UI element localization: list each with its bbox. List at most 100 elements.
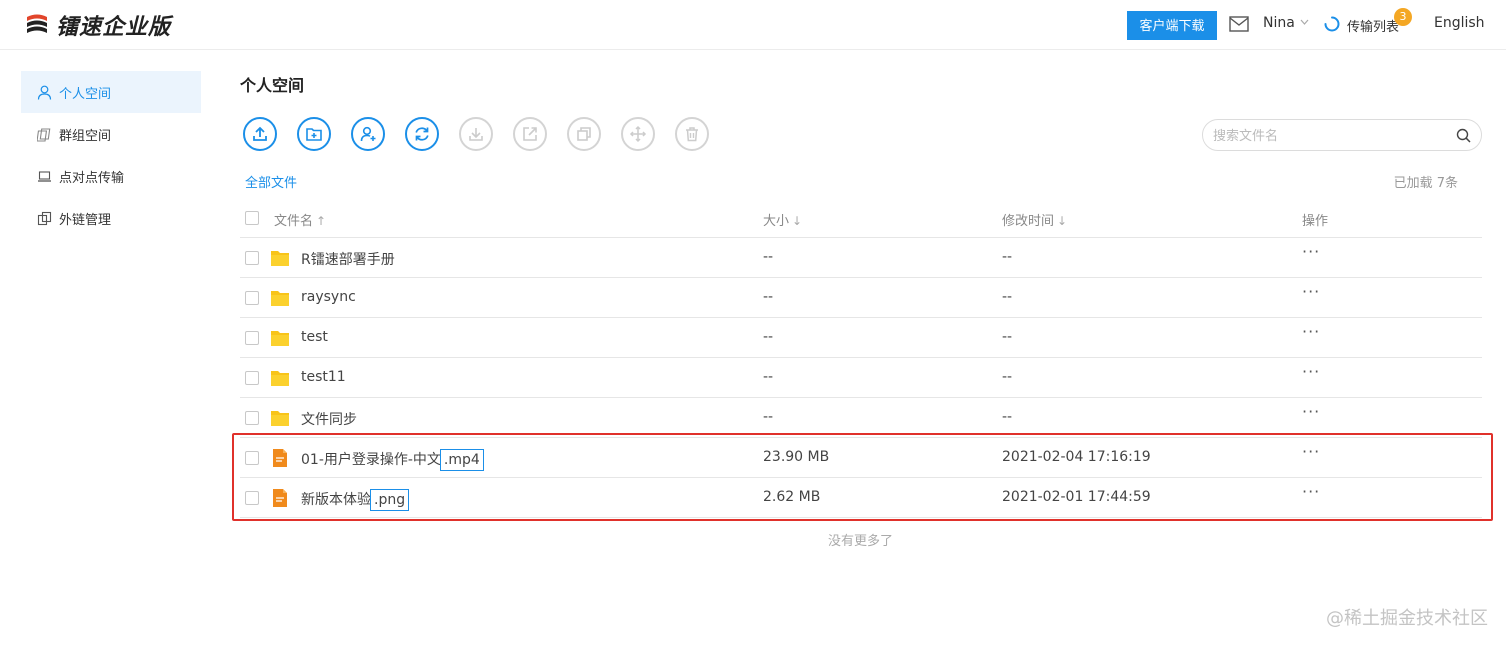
file-name-text: test11 (301, 369, 346, 385)
row-checkbox[interactable] (245, 291, 259, 305)
delete-button[interactable] (675, 117, 709, 151)
add-user-button[interactable] (351, 117, 385, 151)
file-name-text: 文件同步 (301, 412, 357, 428)
page-title: 个人空间 (240, 76, 305, 95)
file-name[interactable]: raysync (301, 289, 356, 305)
transfer-list-link[interactable]: 传输列表 (1347, 16, 1399, 35)
row-checkbox[interactable] (245, 491, 259, 505)
refresh-icon (415, 127, 429, 141)
share-icon (523, 127, 537, 141)
client-download-button[interactable]: 客户端下载 (1127, 11, 1217, 40)
table-row[interactable]: 新版本体验 .png 2.62 MB 2021-02-01 17:44:59 ··· (240, 478, 1482, 518)
upload-icon (253, 126, 267, 141)
sidebar-item-p2p-transfer[interactable]: 点对点传输 (21, 155, 201, 197)
table-body: R镭速部署手册 -- -- ··· raysync -- -- ··· test -- -- ··· t… (240, 238, 1482, 518)
table-header: 文件名 ↑ 大小 ↓ 修改时间 ↓ 操作 (240, 198, 1482, 238)
new-folder-icon (306, 128, 322, 141)
more-actions-icon[interactable]: ··· (1302, 322, 1320, 341)
laptop-icon (38, 170, 51, 182)
mail-icon[interactable] (1229, 16, 1249, 32)
file-modified-time: -- (1002, 249, 1013, 265)
column-header-modified[interactable]: 修改时间 ↓ (1002, 210, 1067, 229)
upload-button[interactable] (243, 117, 277, 151)
download-icon (469, 128, 483, 141)
sort-down-icon: ↓ (1057, 214, 1068, 228)
transfer-spinner-icon[interactable] (1324, 16, 1340, 32)
more-actions-icon[interactable]: ··· (1302, 402, 1320, 421)
table-row[interactable]: test11 -- -- ··· (240, 358, 1482, 398)
sidebar-item-link-management[interactable]: 外链管理 (21, 197, 201, 239)
share-button[interactable] (513, 117, 547, 151)
file-size: -- (763, 329, 774, 345)
column-header-size[interactable]: 大小 ↓ (763, 210, 802, 229)
file-size: -- (763, 289, 774, 305)
row-checkbox[interactable] (245, 411, 259, 425)
folder-icon (270, 329, 290, 347)
row-checkbox[interactable] (245, 371, 259, 385)
add-user-icon (360, 126, 376, 142)
file-name[interactable]: test (301, 329, 328, 345)
file-size: -- (763, 249, 774, 265)
move-button[interactable] (621, 117, 655, 151)
sidebar-item-label: 外链管理 (59, 212, 112, 228)
no-more-text: 没有更多了 (828, 534, 894, 549)
sidebar-item-personal-space[interactable]: 个人空间 (21, 71, 201, 113)
table-row[interactable]: test -- -- ··· (240, 318, 1482, 358)
language-switch[interactable]: English (1434, 15, 1485, 31)
move-icon (629, 125, 647, 143)
link-copy-icon (37, 211, 52, 225)
more-actions-icon[interactable]: ··· (1302, 242, 1320, 261)
more-actions-icon[interactable]: ··· (1302, 482, 1320, 501)
table-row[interactable]: raysync -- -- ··· (240, 278, 1482, 318)
search-box (1202, 119, 1482, 151)
sort-down-icon: ↓ (792, 214, 803, 228)
new-folder-button[interactable] (297, 117, 331, 151)
file-name[interactable]: R镭速部署手册 (301, 249, 395, 269)
folder-icon (270, 289, 290, 307)
more-actions-icon[interactable]: ··· (1302, 362, 1320, 381)
sidebar-item-group-space[interactable]: 群组空间 (21, 113, 201, 155)
folder-icon (270, 249, 290, 267)
file-name[interactable]: 文件同步 (301, 409, 357, 429)
search-icon[interactable] (1456, 128, 1471, 143)
sidebar-item-label: 群组空间 (59, 128, 112, 144)
download-button[interactable] (459, 117, 493, 151)
user-menu[interactable]: Nina (1263, 15, 1295, 31)
file-name[interactable]: test11 (301, 369, 346, 385)
file-icon (270, 449, 290, 467)
user-icon (37, 85, 52, 100)
file-icon (270, 489, 290, 507)
breadcrumb-all-files[interactable]: 全部文件 (245, 172, 297, 191)
folder-icon (270, 369, 290, 387)
more-actions-icon[interactable]: ··· (1302, 282, 1320, 301)
folder-icon (270, 409, 290, 427)
file-extension: .png (370, 489, 410, 511)
file-name[interactable]: 01-用户登录操作-中文 .mp4 (301, 449, 484, 471)
row-checkbox[interactable] (245, 331, 259, 345)
group-icon (37, 127, 51, 142)
watermark: @稀土掘金技术社区 (1326, 608, 1488, 629)
row-checkbox[interactable] (245, 251, 259, 265)
file-modified-time: 2021-02-04 17:16:19 (1002, 449, 1151, 465)
brand-name: 镭速企业版 (56, 15, 172, 40)
column-header-name[interactable]: 文件名 ↑ (274, 210, 326, 229)
file-name-text: test (301, 329, 328, 345)
chevron-down-icon[interactable] (1300, 19, 1309, 25)
more-actions-icon[interactable]: ··· (1302, 442, 1320, 461)
table-row[interactable]: R镭速部署手册 -- -- ··· (240, 238, 1482, 278)
file-name[interactable]: 新版本体验 .png (301, 489, 410, 511)
file-name-text: 01-用户登录操作-中文 (301, 452, 441, 468)
sidebar: 个人空间 群组空间 点对点传输 外链管理 (21, 71, 201, 239)
row-checkbox[interactable] (245, 451, 259, 465)
table-row[interactable]: 01-用户登录操作-中文 .mp4 23.90 MB 2021-02-04 17:16… (240, 438, 1482, 478)
select-all-checkbox[interactable] (245, 211, 259, 225)
table-row[interactable]: 文件同步 -- -- ··· (240, 398, 1482, 438)
copy-button[interactable] (567, 117, 601, 151)
refresh-button[interactable] (405, 117, 439, 151)
loaded-count: 已加载 7条 (1393, 176, 1458, 191)
column-header-label: 大小 (763, 214, 790, 229)
column-header-label: 文件名 (274, 214, 314, 229)
app-logo[interactable]: 镭速企业版 (24, 10, 171, 40)
file-extension: .mp4 (439, 449, 484, 471)
search-input[interactable] (1213, 126, 1445, 146)
